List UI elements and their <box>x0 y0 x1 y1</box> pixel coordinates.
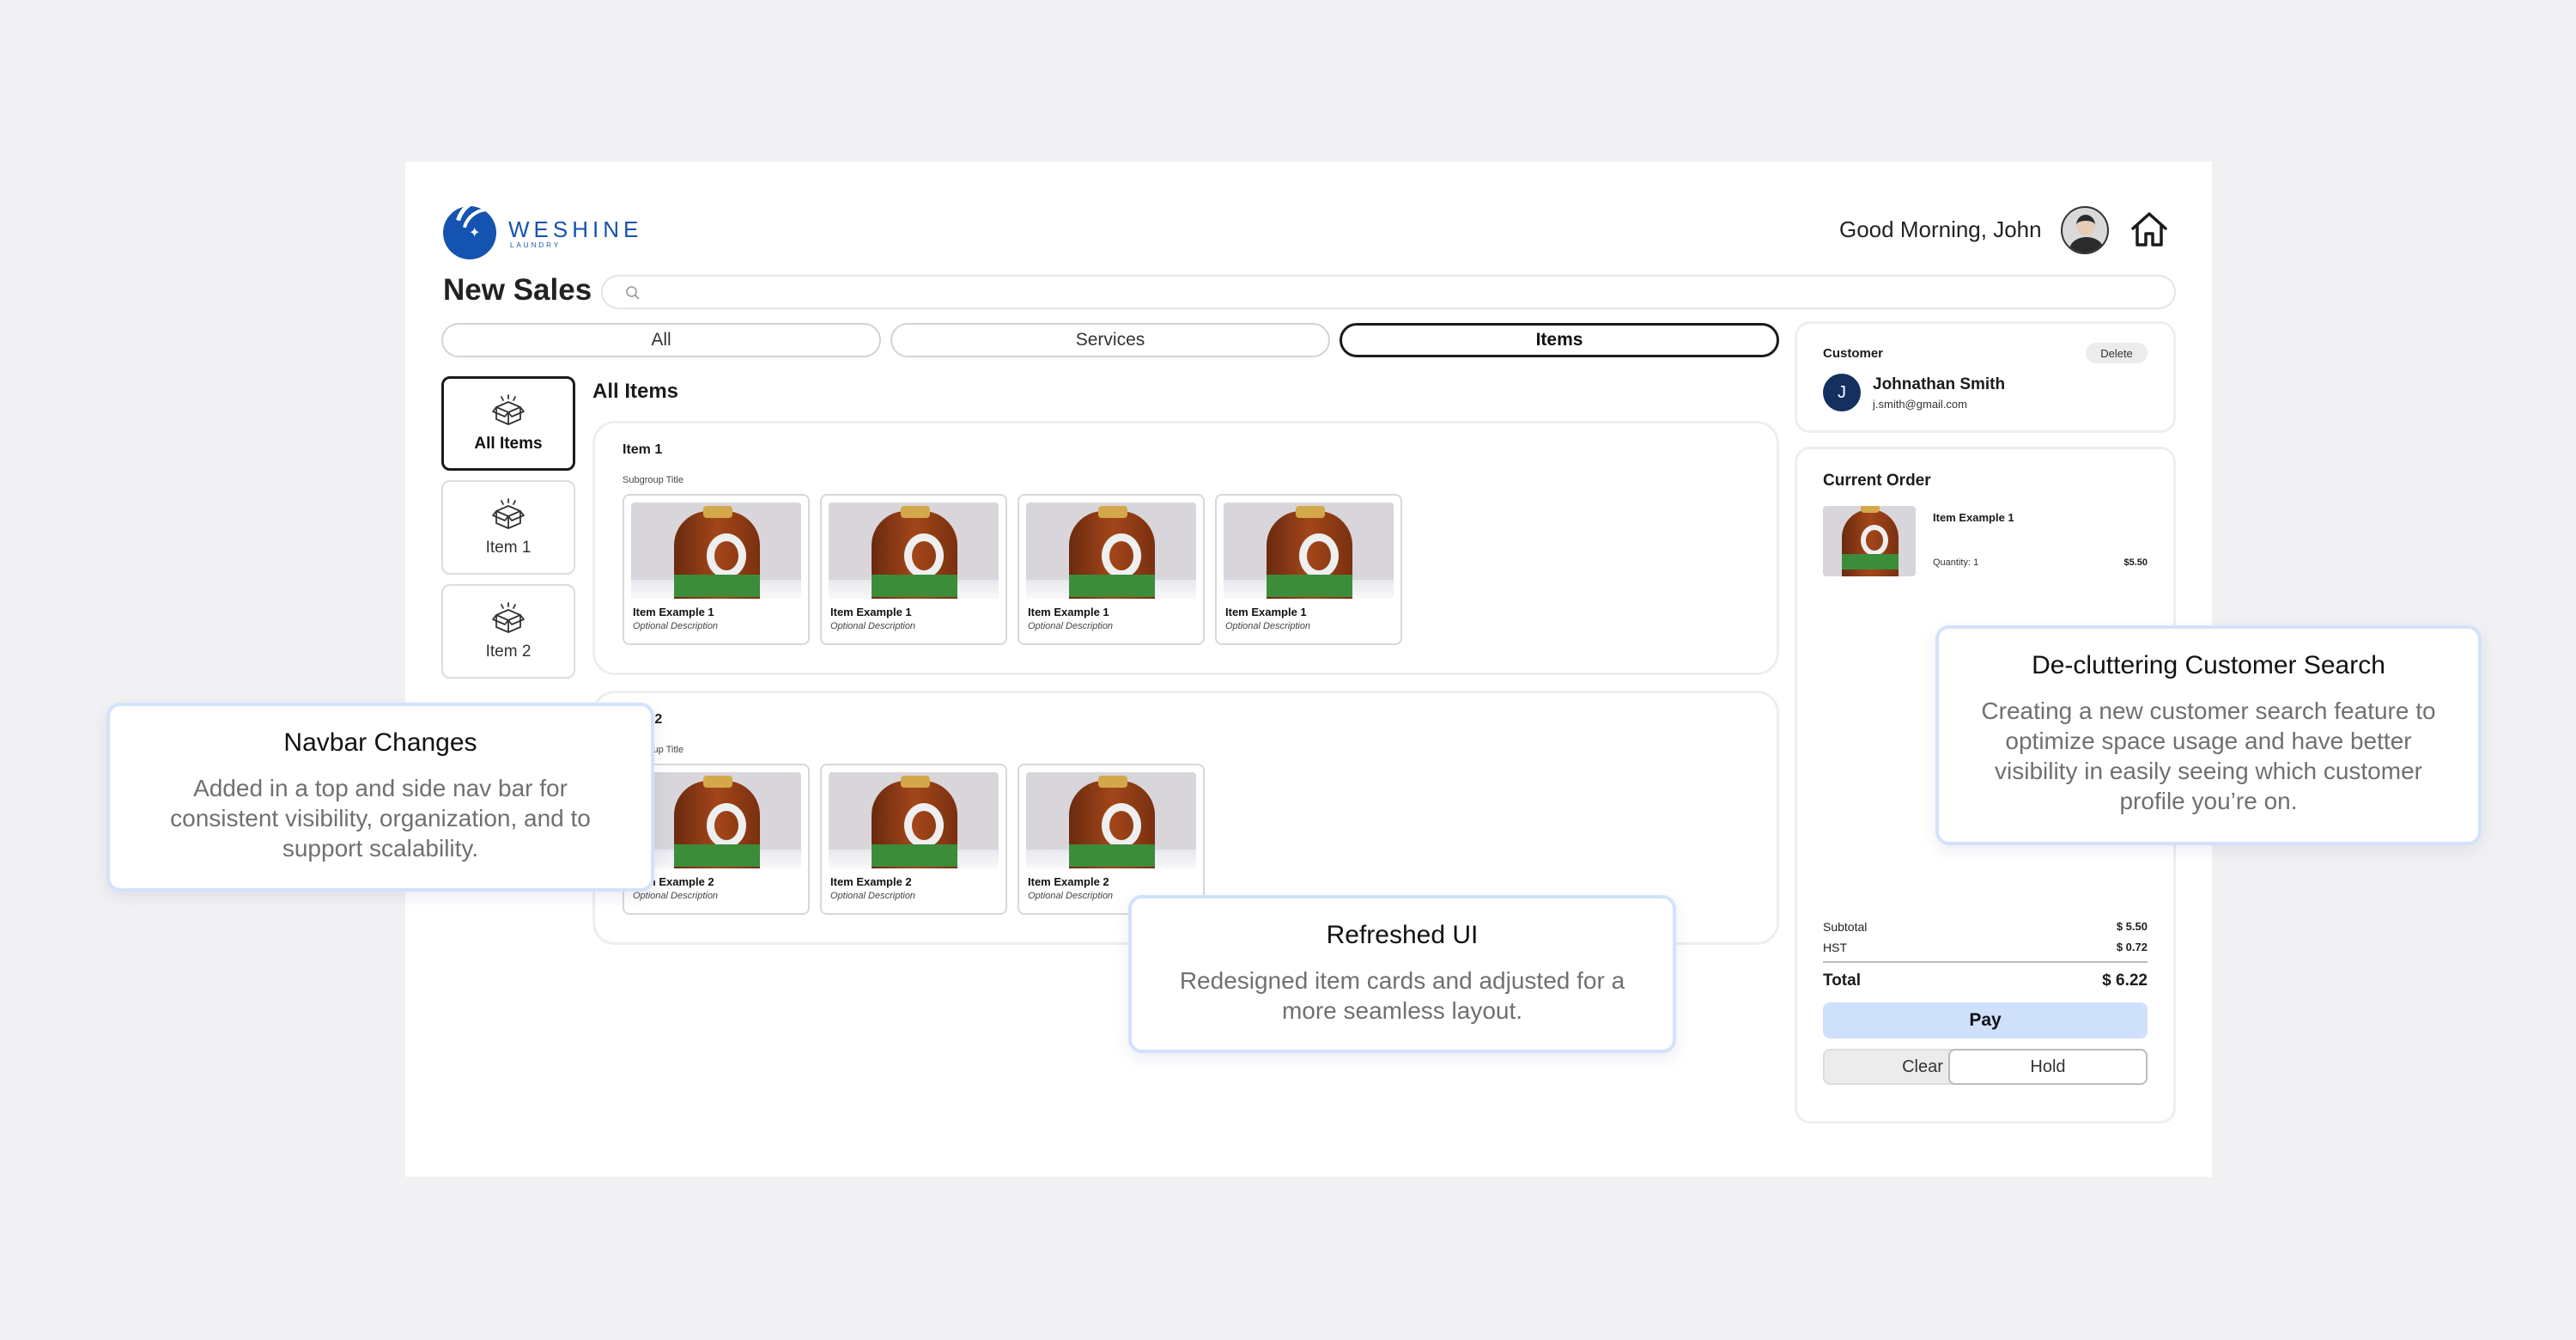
tab-all[interactable]: All <box>441 323 881 357</box>
customer-panel: Customer Delete J Johnathan Smith j.smit… <box>1795 321 2176 433</box>
item-description: Optional Description <box>830 621 916 631</box>
callout-declutter: De-cluttering Customer Search Creating a… <box>1935 625 2482 845</box>
callout-body: Added in a top and side nav bar for cons… <box>170 775 591 862</box>
home-icon[interactable] <box>2128 208 2171 251</box>
callout-title: De-cluttering Customer Search <box>2032 651 2385 679</box>
item-name: Item Example 1 <box>1225 606 1307 618</box>
order-title: Current Order <box>1823 472 1931 490</box>
product-image <box>631 772 801 868</box>
customer-label: Customer <box>1823 346 1884 361</box>
category-tabs: All Services Items <box>441 323 1779 357</box>
box-icon <box>492 498 525 529</box>
page-title: New Sales <box>443 273 592 307</box>
box-icon <box>492 602 525 633</box>
hst-value: $ 0.72 <box>2116 941 2148 953</box>
item-name: Item Example 1 <box>830 606 912 618</box>
callout-navbar: Navbar Changes Added in a top and side n… <box>106 703 654 892</box>
total-value: $ 6.22 <box>2102 971 2148 990</box>
customer-name: Johnathan Smith <box>1873 375 2006 393</box>
item-card[interactable]: Item Example 1 Optional Description <box>820 494 1007 645</box>
product-image <box>829 772 999 868</box>
box-icon <box>492 394 525 425</box>
item-description: Optional Description <box>1028 891 1114 901</box>
item-group: Item 1 Subgroup Title Item Example 1 Opt… <box>592 421 1779 675</box>
sidebar-item-all-items[interactable]: All Items <box>441 376 575 471</box>
callout-body: Redesigned item cards and adjusted for a… <box>1179 967 1625 1024</box>
hst-row: HST $ 0.72 <box>1823 941 2148 954</box>
customer-email: j.smith@gmail.com <box>1873 398 1967 411</box>
group-title: Item 1 <box>623 442 663 457</box>
subtotal-label: Subtotal <box>1823 920 1868 934</box>
item-name: Item Example 2 <box>830 875 912 888</box>
item-card[interactable]: Item Example 2 Optional Description <box>1018 764 1205 915</box>
group-subtitle: Subgroup Title <box>623 475 683 485</box>
user-avatar[interactable] <box>2061 206 2109 254</box>
brand-sub: LAUNDRY <box>510 241 562 249</box>
item-description: Optional Description <box>830 891 916 901</box>
item-card[interactable]: Item Example 2 Optional Description <box>820 764 1007 915</box>
hold-button[interactable]: Hold <box>1948 1049 2148 1085</box>
customer-avatar: J <box>1823 374 1861 411</box>
total-label: Total <box>1823 971 1861 990</box>
sidebar-item-label: All Items <box>474 435 543 453</box>
logo-mark-icon: ✦ <box>443 206 496 259</box>
product-image <box>1224 502 1394 599</box>
item-description: Optional Description <box>633 621 719 631</box>
subtotal-row: Subtotal $ 5.50 <box>1823 920 2148 934</box>
order-item-name: Item Example 1 <box>1933 511 2014 524</box>
callout-title: Refreshed UI <box>1326 921 1479 949</box>
item-card[interactable]: Item Example 1 Optional Description <box>1018 494 1205 645</box>
sidebar-item-label: Item 1 <box>485 539 532 557</box>
subtotal-value: $ 5.50 <box>2116 920 2148 933</box>
item-description: Optional Description <box>1225 621 1311 631</box>
item-name: Item Example 1 <box>633 606 714 618</box>
tab-items[interactable]: Items <box>1340 323 1779 357</box>
item-description: Optional Description <box>633 891 719 901</box>
item-card[interactable]: Item Example 1 Optional Description <box>623 494 810 645</box>
product-image <box>631 502 801 599</box>
product-image <box>829 502 999 599</box>
order-item-quantity[interactable]: Quantity: 1 <box>1933 557 1978 568</box>
search-input[interactable] <box>601 275 2176 309</box>
section-title: All Items <box>592 380 679 403</box>
callout-body: Creating a new customer search feature t… <box>1981 697 2436 814</box>
hst-label: HST <box>1823 941 1847 954</box>
callout-refreshed-ui: Refreshed UI Redesigned item cards and a… <box>1128 895 1676 1053</box>
product-image <box>1026 502 1196 599</box>
greeting-text: Good Morning, John <box>1839 216 2042 242</box>
order-item-image <box>1823 506 1916 576</box>
brand-name: WESHINE <box>508 216 643 242</box>
total-row: Total $ 6.22 <box>1823 971 2148 990</box>
brand-logo[interactable]: ✦ WESHINE LAUNDRY <box>443 206 642 259</box>
tab-services[interactable]: Services <box>890 323 1330 357</box>
sidebar-item-item-1[interactable]: Item 1 <box>441 480 575 575</box>
delete-customer-button[interactable]: Delete <box>2086 343 2148 363</box>
total-divider <box>1823 961 2148 963</box>
pay-button[interactable]: Pay <box>1823 1002 2148 1038</box>
callout-title: Navbar Changes <box>283 728 477 757</box>
product-image <box>1026 772 1196 868</box>
item-name: Item Example 2 <box>1028 875 1109 888</box>
sidebar-item-label: Item 2 <box>485 643 532 661</box>
item-description: Optional Description <box>1028 621 1114 631</box>
item-name: Item Example 1 <box>1028 606 1109 618</box>
search-icon <box>626 286 640 300</box>
order-item-price: $5.50 <box>2123 557 2148 568</box>
item-card[interactable]: Item Example 1 Optional Description <box>1215 494 1402 645</box>
sidebar-item-item-2[interactable]: Item 2 <box>441 584 575 679</box>
